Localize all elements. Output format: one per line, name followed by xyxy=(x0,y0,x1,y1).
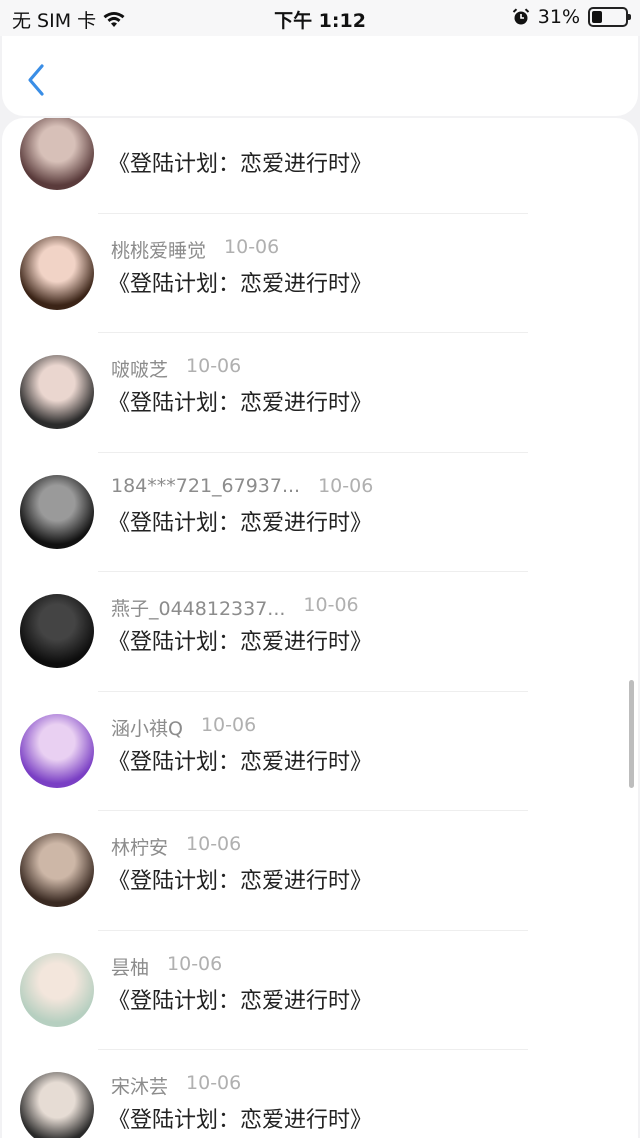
battery-group: 31% xyxy=(512,6,631,28)
list-item[interactable]: 昙柚 10-06 《登陆计划：恋爱进行时》 xyxy=(2,931,638,1050)
back-button[interactable] xyxy=(22,62,52,98)
avatar[interactable] xyxy=(20,594,94,668)
item-meta: 涵小祺Q 10-06 xyxy=(111,714,256,741)
message-date: 10-06 xyxy=(224,235,280,258)
message-text: 《登陆计划：恋爱进行时》 xyxy=(108,988,373,1014)
message-text: 《登陆计划：恋爱进行时》 xyxy=(108,749,373,775)
list-item[interactable]: 林柠安 10-06 《登陆计划：恋爱进行时》 xyxy=(2,811,638,931)
list-item[interactable]: 宋沐芸 10-06 《登陆计划：恋爱进行时》 xyxy=(2,1050,638,1138)
item-meta: 宋沐芸 10-06 xyxy=(111,1072,241,1099)
message-date: 10-06 xyxy=(318,474,374,497)
list-item[interactable]: 《登陆计划：恋爱进行时》 xyxy=(2,118,638,214)
item-meta: 燕子_044812337... 10-06 xyxy=(111,594,359,621)
user-name: 燕子_044812337... xyxy=(111,598,286,620)
item-meta: 啵啵芝 10-06 xyxy=(111,355,241,382)
item-meta: 184***721_67937... 10-06 xyxy=(111,475,373,497)
list-item[interactable]: 184***721_67937... 10-06 《登陆计划：恋爱进行时》 xyxy=(2,453,638,572)
avatar[interactable] xyxy=(20,235,94,310)
user-name: 昙柚 xyxy=(111,956,150,979)
message-date: 10-06 xyxy=(186,1072,242,1094)
list-item[interactable]: 燕子_044812337... 10-06 《登陆计划：恋爱进行时》 xyxy=(2,572,638,692)
chevron-left-icon xyxy=(28,64,44,96)
message-date: 10-06 xyxy=(186,833,242,855)
list-item[interactable]: 啵啵芝 10-06 《登陆计划：恋爱进行时》 xyxy=(2,333,638,453)
message-text: 《登陆计划：恋爱进行时》 xyxy=(108,152,373,177)
user-name: 184***721_67937... xyxy=(111,474,301,497)
nav-header xyxy=(2,36,638,116)
status-bar: 无 SIM 卡 下午 1:12 31% xyxy=(0,0,640,36)
user-name: 林柠安 xyxy=(111,837,169,859)
message-list[interactable]: 《登陆计划：恋爱进行时》 桃桃爱睡觉 10-06 《登陆计划：恋爱进行时》 啵啵… xyxy=(2,118,638,1138)
battery-icon xyxy=(588,7,631,27)
item-meta: 林柠安 10-06 xyxy=(111,833,241,860)
message-date: 10-06 xyxy=(200,713,257,736)
message-text: 《登陆计划：恋爱进行时》 xyxy=(108,271,373,297)
item-meta: 昙柚 10-06 xyxy=(111,953,222,980)
battery-percent: 31% xyxy=(537,6,580,28)
avatar[interactable] xyxy=(20,952,94,1027)
user-name: 涵小祺Q xyxy=(111,717,183,740)
message-text: 《登陆计划：恋爱进行时》 xyxy=(108,391,373,416)
user-name: 桃桃爱睡觉 xyxy=(111,239,207,262)
battery-level xyxy=(592,11,602,23)
message-text: 《登陆计划：恋爱进行时》 xyxy=(108,630,373,655)
alarm-icon xyxy=(512,8,529,25)
list-item[interactable]: 桃桃爱睡觉 10-06 《登陆计划：恋爱进行时》 xyxy=(2,214,638,333)
avatar[interactable] xyxy=(20,713,94,788)
message-text: 《登陆计划：恋爱进行时》 xyxy=(108,510,373,536)
list-item[interactable]: 涵小祺Q 10-06 《登陆计划：恋爱进行时》 xyxy=(2,692,638,811)
message-text: 《登陆计划：恋爱进行时》 xyxy=(108,869,373,894)
message-date: 10-06 xyxy=(186,355,242,377)
message-list-inner: 《登陆计划：恋爱进行时》 桃桃爱睡觉 10-06 《登陆计划：恋爱进行时》 啵啵… xyxy=(2,118,638,1138)
avatar[interactable] xyxy=(20,833,94,907)
user-name: 啵啵芝 xyxy=(111,359,169,381)
user-name: 宋沐芸 xyxy=(111,1076,169,1098)
message-date: 10-06 xyxy=(303,594,359,616)
avatar[interactable] xyxy=(20,118,94,190)
avatar[interactable] xyxy=(20,355,94,429)
scrollbar[interactable] xyxy=(629,680,634,788)
message-text: 《登陆计划：恋爱进行时》 xyxy=(108,1108,373,1133)
message-date: 10-06 xyxy=(167,952,223,975)
avatar[interactable] xyxy=(20,1072,94,1138)
item-meta: 桃桃爱睡觉 10-06 xyxy=(111,236,279,263)
avatar[interactable] xyxy=(20,474,94,549)
